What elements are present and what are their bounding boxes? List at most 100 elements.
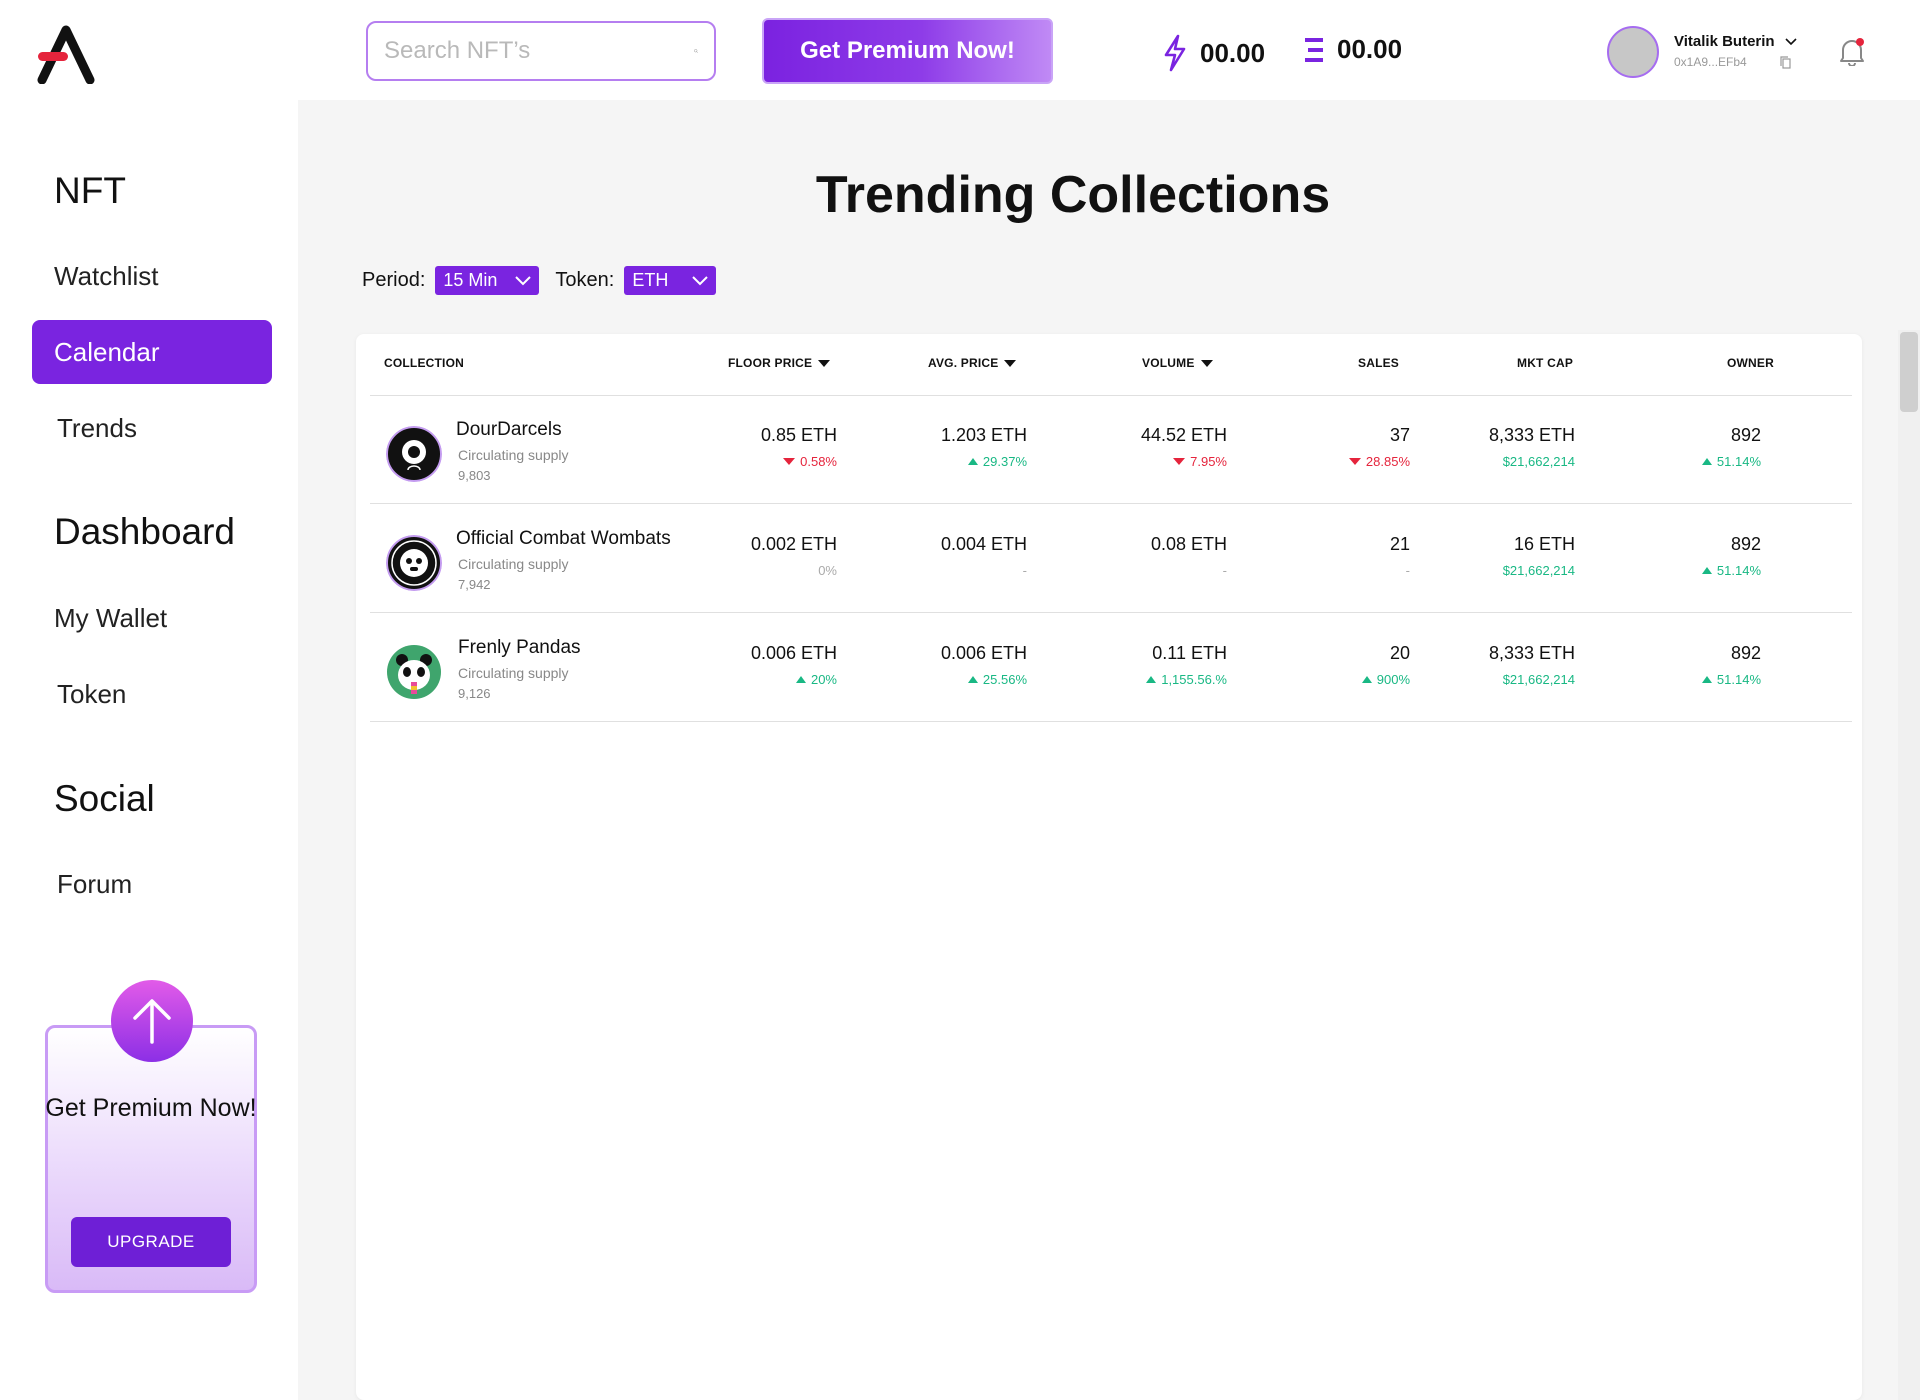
sort-down-icon[interactable] [1200, 360, 1213, 368]
floor-price-cell: 0.85 ETH 0.58% [761, 425, 837, 469]
column-sales[interactable]: SALES [1358, 356, 1399, 370]
energy-balance-value: 00.00 [1200, 37, 1266, 68]
table-row[interactable]: DourDarcels Circulating supply 9,803 0.8… [370, 396, 1852, 504]
column-owner[interactable]: OWNER [1727, 356, 1774, 370]
trend-up-icon [967, 458, 978, 465]
collection-supply: 9,126 [458, 686, 491, 701]
collection-sub: Circulating supply [458, 447, 569, 463]
mkt-cap: 16 ETH [1513, 534, 1575, 554]
volume: 0.08 ETH [1150, 534, 1227, 554]
avg-price-cell: 0.004 ETH - [941, 534, 1027, 578]
user-name[interactable]: Vitalik Buterin [1674, 33, 1797, 50]
search-box[interactable] [366, 21, 716, 81]
sales: 37 [1389, 425, 1410, 445]
upgrade-button[interactable]: UPGRADE [71, 1217, 231, 1267]
scrollbar-track[interactable] [1898, 330, 1920, 1400]
search-icon[interactable] [694, 36, 698, 66]
avg-change: 29.37% [982, 454, 1027, 469]
column-floor-price[interactable]: FLOOR PRICE [728, 356, 831, 370]
avatar[interactable] [1607, 26, 1659, 78]
trending-table: COLLECTION FLOOR PRICE AVG. PRICE VOLUME… [356, 334, 1862, 1400]
trend-up-icon [1701, 458, 1712, 465]
collection-supply: 9,803 [458, 468, 491, 483]
app-logo[interactable] [36, 24, 100, 84]
page-title: Trending Collections [815, 166, 1331, 224]
copy-icon[interactable] [1780, 56, 1791, 69]
sales-cell: 20 900% [1361, 643, 1410, 687]
collection-supply: 7,942 [458, 577, 491, 592]
volume: 0.11 ETH [1152, 643, 1227, 663]
collection-name[interactable]: Frenly Pandas [458, 637, 581, 659]
arrow-up-icon [111, 980, 193, 1062]
volume-cell: 0.11 ETH 1,155.56.% [1146, 643, 1227, 687]
collection-name[interactable]: DourDarcels [456, 419, 562, 441]
scrollbar-thumb[interactable] [1900, 332, 1918, 412]
get-premium-button[interactable]: Get Premium Now! [762, 18, 1053, 84]
owner: 892 [1730, 425, 1761, 445]
lightning-icon [1164, 34, 1186, 72]
sidebar: NFT Watchlist Calendar Trends Dashboard … [0, 0, 298, 1400]
sidebar-item-calendar[interactable]: Calendar [32, 320, 272, 384]
collection-avatar-frenly-pandas [387, 645, 441, 699]
token-select[interactable]: ETH [624, 266, 717, 295]
nav-section-dashboard: Dashboard [54, 511, 236, 552]
mkt-cap-cell: 8,333 ETH $21,662,214 [1489, 425, 1575, 469]
bell-icon[interactable] [1838, 36, 1866, 66]
sidebar-item-my-wallet[interactable]: My Wallet [32, 586, 272, 650]
eth-balance: 00.00 [1303, 34, 1402, 65]
column-collection[interactable]: COLLECTION [384, 356, 464, 370]
search-input[interactable] [384, 37, 694, 65]
mkt-cap-usd: $21,662,214 [1502, 454, 1575, 469]
token-value: ETH [632, 270, 669, 290]
mkt-cap-cell: 16 ETH $21,662,214 [1503, 534, 1575, 578]
volume-change: 1,155.56.% [1161, 672, 1227, 687]
energy-balance: 00.00 [1162, 34, 1265, 72]
collection-sub: Circulating supply [458, 665, 569, 681]
wallet-address: 0x1A9...EFb4 [1674, 55, 1791, 69]
premium-card-title: Get Premium Now! [45, 1094, 257, 1122]
floor-price-cell: 0.002 ETH 0% [751, 534, 837, 578]
column-avg-price[interactable]: AVG. PRICE [928, 356, 1017, 370]
chevron-down-icon [692, 275, 709, 285]
sidebar-item-token[interactable]: Token [32, 662, 272, 726]
filters: Period: 15 Min Token: ETH [362, 266, 732, 295]
floor-change: 0% [818, 563, 837, 578]
avg-price: 0.006 ETH [940, 643, 1027, 663]
trend-up-icon [1701, 567, 1712, 574]
trend-down-icon [783, 458, 796, 465]
sidebar-item-forum[interactable]: Forum [32, 852, 272, 916]
trend-up-icon [1701, 676, 1712, 683]
chevron-down-icon [515, 275, 532, 285]
ethereum-icon [1305, 37, 1323, 62]
chevron-down-icon[interactable] [1785, 38, 1797, 46]
table-row[interactable]: Official Combat Wombats Circulating supp… [370, 505, 1852, 613]
sidebar-item-watchlist[interactable]: Watchlist [32, 244, 272, 308]
trend-up-icon [1146, 676, 1157, 683]
volume-cell: 0.08 ETH - [1151, 534, 1227, 578]
column-volume[interactable]: VOLUME [1142, 356, 1213, 370]
floor-price: 0.002 ETH [750, 534, 837, 554]
sales: 20 [1389, 643, 1410, 663]
mkt-cap-usd: $21,662,214 [1502, 563, 1575, 578]
table-row[interactable]: Frenly Pandas Circulating supply 9,126 0… [370, 614, 1852, 722]
sort-down-icon[interactable] [1004, 360, 1017, 368]
avg-price-cell: 1.203 ETH 29.37% [941, 425, 1027, 469]
sidebar-item-trends[interactable]: Trends [32, 396, 272, 460]
column-mkt-cap[interactable]: MKT CAP [1517, 356, 1573, 370]
sort-down-icon[interactable] [818, 360, 831, 368]
trend-up-icon [967, 676, 978, 683]
trend-down-icon [1348, 458, 1361, 465]
avg-price: 1.203 ETH [940, 425, 1027, 445]
user-menu[interactable]: Vitalik Buterin 0x1A9...EFb4 [1607, 26, 1797, 78]
owner-cell: 892 51.14% [1701, 534, 1761, 578]
sales-change: 900% [1376, 672, 1410, 687]
owner: 892 [1730, 534, 1761, 554]
avg-price-cell: 0.006 ETH 25.56% [941, 643, 1027, 687]
floor-change: 0.58% [800, 454, 837, 469]
sales: 21 [1389, 534, 1410, 554]
avg-price: 0.004 ETH [940, 534, 1027, 554]
collection-name[interactable]: Official Combat Wombats [456, 528, 671, 550]
period-select[interactable]: 15 Min [435, 266, 540, 295]
volume-cell: 44.52 ETH 7.95% [1141, 425, 1227, 469]
owner-change: 51.14% [1716, 454, 1761, 469]
